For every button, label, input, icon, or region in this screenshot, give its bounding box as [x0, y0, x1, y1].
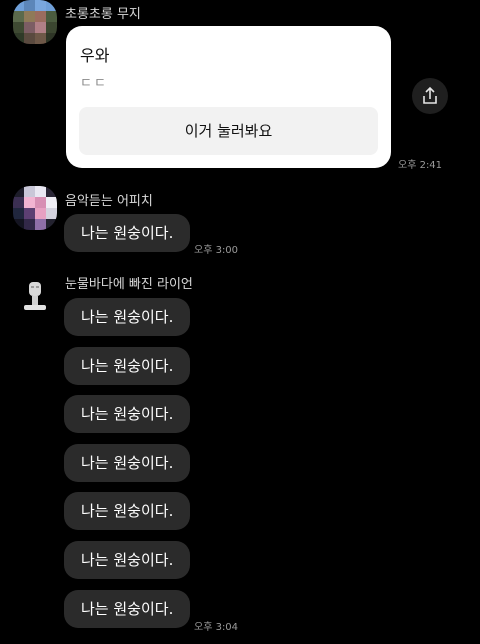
timestamp-ryan: 오후 3:04 — [194, 622, 239, 633]
message-bubble[interactable]: 나는 원숭이다. — [64, 492, 191, 530]
sender-name-muzi: 초롱초롱 무지 — [65, 7, 141, 22]
link-card-message[interactable]: 우와 ㄷㄷ 이거 눌러봐요 — [66, 26, 391, 168]
sender-name-ryan: 눈물바다에 빠진 라이언 — [65, 277, 193, 292]
timestamp-apeach: 오후 3:00 — [194, 245, 239, 256]
message-bubble[interactable]: 나는 원숭이다. — [64, 214, 191, 252]
card-action-button[interactable]: 이거 눌러봐요 — [79, 107, 378, 155]
card-subtitle: ㄷㄷ — [80, 76, 108, 91]
message-bubble[interactable]: 나는 원숭이다. — [64, 590, 191, 628]
message-bubble[interactable]: 나는 원숭이다. — [64, 444, 191, 482]
share-icon — [423, 86, 437, 104]
timestamp-muzi: 오후 2:41 — [398, 160, 443, 171]
avatar-ryan[interactable] — [13, 272, 57, 316]
sender-name-apeach: 음악듣는 어피치 — [65, 194, 153, 209]
avatar-apeach[interactable] — [13, 186, 57, 230]
card-title: 우와 — [80, 46, 110, 65]
message-bubble[interactable]: 나는 원숭이다. — [64, 395, 191, 433]
ryan-character-icon — [24, 282, 46, 310]
share-button[interactable] — [412, 78, 448, 114]
avatar-muzi[interactable] — [13, 0, 57, 44]
message-bubble[interactable]: 나는 원숭이다. — [64, 298, 191, 336]
message-bubble[interactable]: 나는 원숭이다. — [64, 541, 191, 579]
message-bubble[interactable]: 나는 원숭이다. — [64, 347, 191, 385]
